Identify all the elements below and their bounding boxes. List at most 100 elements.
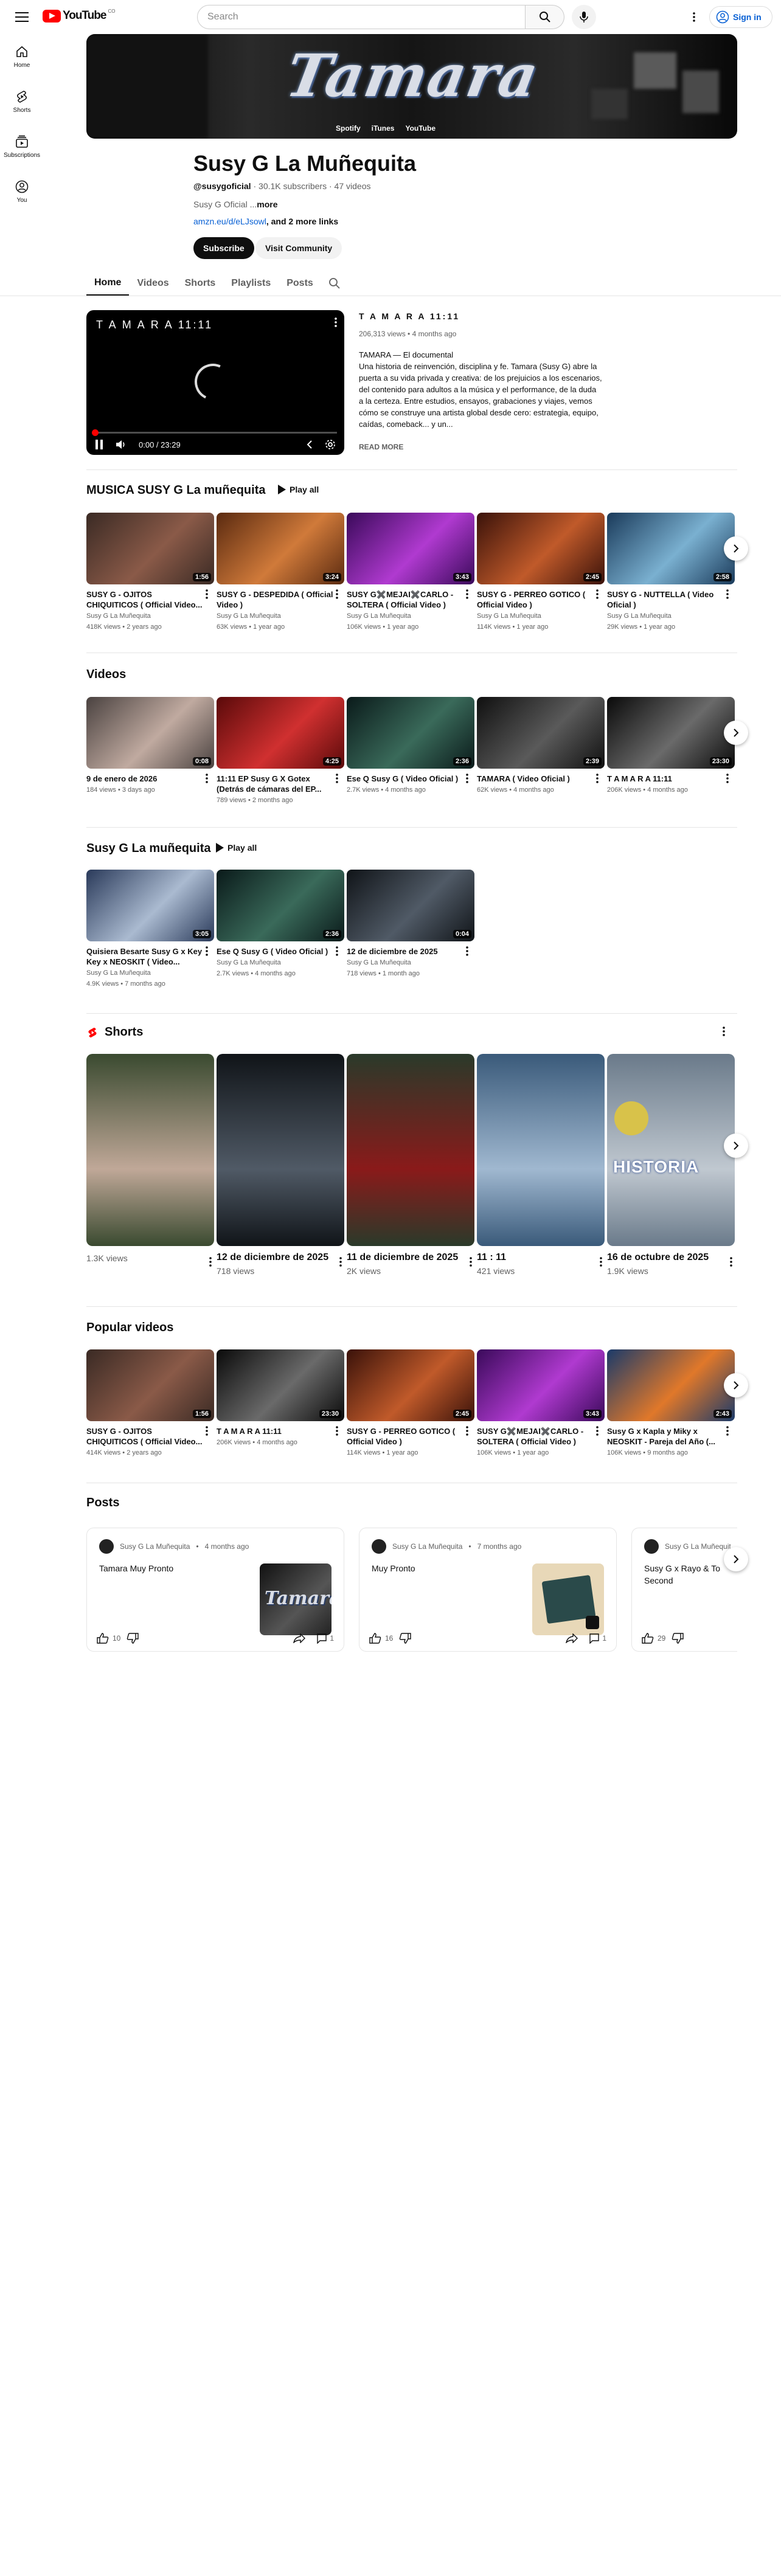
video-thumbnail[interactable]: 2:45 — [477, 513, 605, 584]
video-title[interactable]: SUSY G - PERREO GOTICO ( Official Video … — [347, 1426, 474, 1447]
volume-icon[interactable] — [116, 440, 127, 449]
video-channel[interactable]: Susy G La Muñequita — [86, 969, 214, 978]
video-card[interactable]: 2:45 SUSY G - PERREO GOTICO ( Official Vi… — [347, 1349, 474, 1458]
tab-playlists[interactable]: Playlists — [223, 271, 279, 296]
video-title[interactable]: 12 de diciembre de 2025 — [347, 946, 474, 957]
video-more-icon[interactable] — [206, 589, 214, 602]
search-button[interactable] — [526, 5, 564, 29]
tab-posts[interactable]: Posts — [279, 271, 321, 296]
section-title-shorts[interactable]: Shorts — [105, 1025, 143, 1039]
short-more-icon[interactable] — [600, 1257, 602, 1270]
video-title[interactable]: 9 de enero de 2026 — [86, 774, 214, 784]
more-links[interactable]: , and 2 more links — [266, 216, 338, 226]
short-thumbnail[interactable] — [86, 1054, 214, 1246]
video-more-icon[interactable] — [466, 774, 474, 786]
menu-icon[interactable] — [12, 7, 32, 27]
video-more-icon[interactable] — [336, 589, 344, 602]
short-card[interactable]: 12 de diciembre de 2025 718 views — [217, 1054, 344, 1276]
dislike-icon[interactable] — [399, 1633, 412, 1644]
video-title[interactable]: 11:11 EP Susy G X Gotex (Detrás de cámar… — [217, 774, 344, 794]
progress-scrubber[interactable] — [92, 429, 99, 436]
video-card[interactable]: 4:25 11:11 EP Susy G X Gotex (Detrás de c… — [217, 697, 344, 805]
comment-icon[interactable] — [316, 1633, 327, 1644]
video-more-icon[interactable] — [726, 1426, 735, 1439]
video-channel[interactable]: Susy G La Muñequita — [217, 612, 344, 621]
video-card[interactable]: 1:56 SUSY G - OJITOS CHIQUITICOS ( Offici… — [86, 1349, 214, 1458]
short-thumbnail[interactable]: HISTORIA — [607, 1054, 735, 1246]
share-icon[interactable] — [293, 1633, 306, 1643]
video-card[interactable]: 2:45 SUSY G - PERREO GOTICO ( Official Vi… — [477, 513, 605, 632]
sidebar-item-home[interactable]: Home — [0, 34, 44, 79]
description-more[interactable]: more — [257, 199, 277, 209]
short-more-icon[interactable] — [730, 1257, 732, 1270]
video-more-icon[interactable] — [336, 1426, 344, 1439]
dislike-icon[interactable] — [672, 1633, 684, 1644]
post-image[interactable] — [532, 1563, 604, 1635]
video-more-icon[interactable] — [726, 774, 735, 786]
video-thumbnail[interactable]: 0:08 — [86, 697, 214, 769]
video-title[interactable]: SUSY G✖️MEJAI✖️CARLO - SOLTERA ( Officia… — [347, 589, 474, 610]
post-card[interactable]: Susy G La Muñequita • 4 months ago Tamara … — [86, 1528, 344, 1652]
video-thumbnail[interactable]: 1:56 — [86, 513, 214, 584]
short-title[interactable]: 11 : 11 — [477, 1251, 605, 1264]
subscribe-button[interactable]: Subscribe — [193, 237, 254, 259]
short-thumbnail[interactable] — [477, 1054, 605, 1246]
section-title-posts[interactable]: Posts — [86, 1496, 119, 1510]
read-more-link[interactable]: READ MORE — [359, 443, 602, 451]
video-thumbnail[interactable]: 4:25 — [217, 697, 344, 769]
visit-community-button[interactable]: Visit Community — [255, 237, 342, 259]
video-thumbnail[interactable]: 2:39 — [477, 697, 605, 769]
video-title[interactable]: SUSY G - PERREO GOTICO ( Official Video … — [477, 589, 605, 610]
section-title-music[interactable]: MUSICA SUSY G La muñequita — [86, 483, 265, 497]
post-author[interactable]: Susy G La Muñequita — [392, 1542, 462, 1551]
video-thumbnail[interactable]: 2:58 — [607, 513, 735, 584]
video-card[interactable]: 2:36 Ese Q Susy G ( Video Oficial ) 2.7K v… — [347, 697, 474, 805]
video-title[interactable]: T A M A R A 11:11 — [607, 774, 735, 784]
short-more-icon[interactable] — [209, 1257, 212, 1270]
video-card[interactable]: 1:56 SUSY G - OJITOS CHIQUITICOS ( Offici… — [86, 513, 214, 632]
video-more-icon[interactable] — [206, 1426, 214, 1439]
video-more-icon[interactable] — [466, 1426, 474, 1439]
video-more-icon[interactable] — [596, 774, 605, 786]
video-title[interactable]: Susy G x Kapla y Miky x NEOSKIT - Pareja… — [607, 1426, 735, 1447]
avatar[interactable] — [644, 1539, 659, 1554]
sidebar-item-you[interactable]: You — [0, 169, 44, 214]
video-title[interactable]: SUSY G - DESPEDIDA ( Official Video ) — [217, 589, 344, 610]
sidebar-item-shorts[interactable]: Shorts — [0, 79, 44, 124]
video-thumbnail[interactable]: 3:43 — [347, 513, 474, 584]
featured-title[interactable]: T A M A R A 11:11 — [359, 311, 602, 321]
play-all-button[interactable]: Play all — [215, 843, 257, 853]
dislike-icon[interactable] — [127, 1633, 139, 1644]
next-arrow-icon[interactable] — [724, 1547, 748, 1571]
video-card[interactable]: 3:43 SUSY G✖️MEJAI✖️CARLO - SOLTERA ( Off… — [347, 513, 474, 632]
short-card[interactable]: HISTORIA 16 de octubre de 2025 1.9K views — [607, 1054, 735, 1276]
like-icon[interactable] — [369, 1633, 381, 1644]
video-more-icon[interactable] — [336, 774, 344, 786]
video-card[interactable]: 2:39 TAMARA ( Video Oficial ) 62K views • … — [477, 697, 605, 805]
channel-link[interactable]: amzn.eu/d/eLJsowl — [193, 216, 266, 226]
video-card[interactable]: 3:43 SUSY G✖️MEJAI✖️CARLO - SOLTERA ( Off… — [477, 1349, 605, 1458]
next-arrow-icon[interactable] — [724, 721, 748, 745]
video-card[interactable]: 23:30 T A M A R A 11:11 206K views • 4 mon… — [607, 697, 735, 805]
video-card[interactable]: 2:36 Ese Q Susy G ( Video Oficial ) Susy G… — [217, 870, 344, 989]
video-thumbnail[interactable]: 2:36 — [347, 697, 474, 769]
video-thumbnail[interactable]: 23:30 — [217, 1349, 344, 1421]
video-title[interactable]: Ese Q Susy G ( Video Oficial ) — [217, 946, 344, 957]
section-title-popular[interactable]: Popular videos — [86, 1321, 173, 1335]
video-more-icon[interactable] — [206, 946, 214, 959]
short-thumbnail[interactable] — [217, 1054, 344, 1246]
video-thumbnail[interactable]: 2:36 — [217, 870, 344, 941]
settings-more-icon[interactable] — [684, 7, 704, 27]
tab-videos[interactable]: Videos — [129, 271, 176, 296]
search-input[interactable]: Search — [197, 5, 526, 29]
video-more-icon[interactable] — [596, 589, 605, 602]
next-arrow-icon[interactable] — [724, 1134, 748, 1158]
progress-bar[interactable] — [94, 432, 337, 434]
video-channel[interactable]: Susy G La Muñequita — [347, 612, 474, 621]
video-card[interactable]: 3:05 Quisiera Besarte Susy G x Key Key x … — [86, 870, 214, 989]
video-title[interactable]: T A M A R A 11:11 — [217, 1426, 344, 1436]
post-card[interactable]: Susy G La Muñequit Susy G x Rayo & To Se… — [631, 1528, 737, 1652]
video-more-icon[interactable] — [726, 589, 735, 602]
video-title[interactable]: TAMARA ( Video Oficial ) — [477, 774, 605, 784]
video-more-icon[interactable] — [206, 774, 214, 786]
